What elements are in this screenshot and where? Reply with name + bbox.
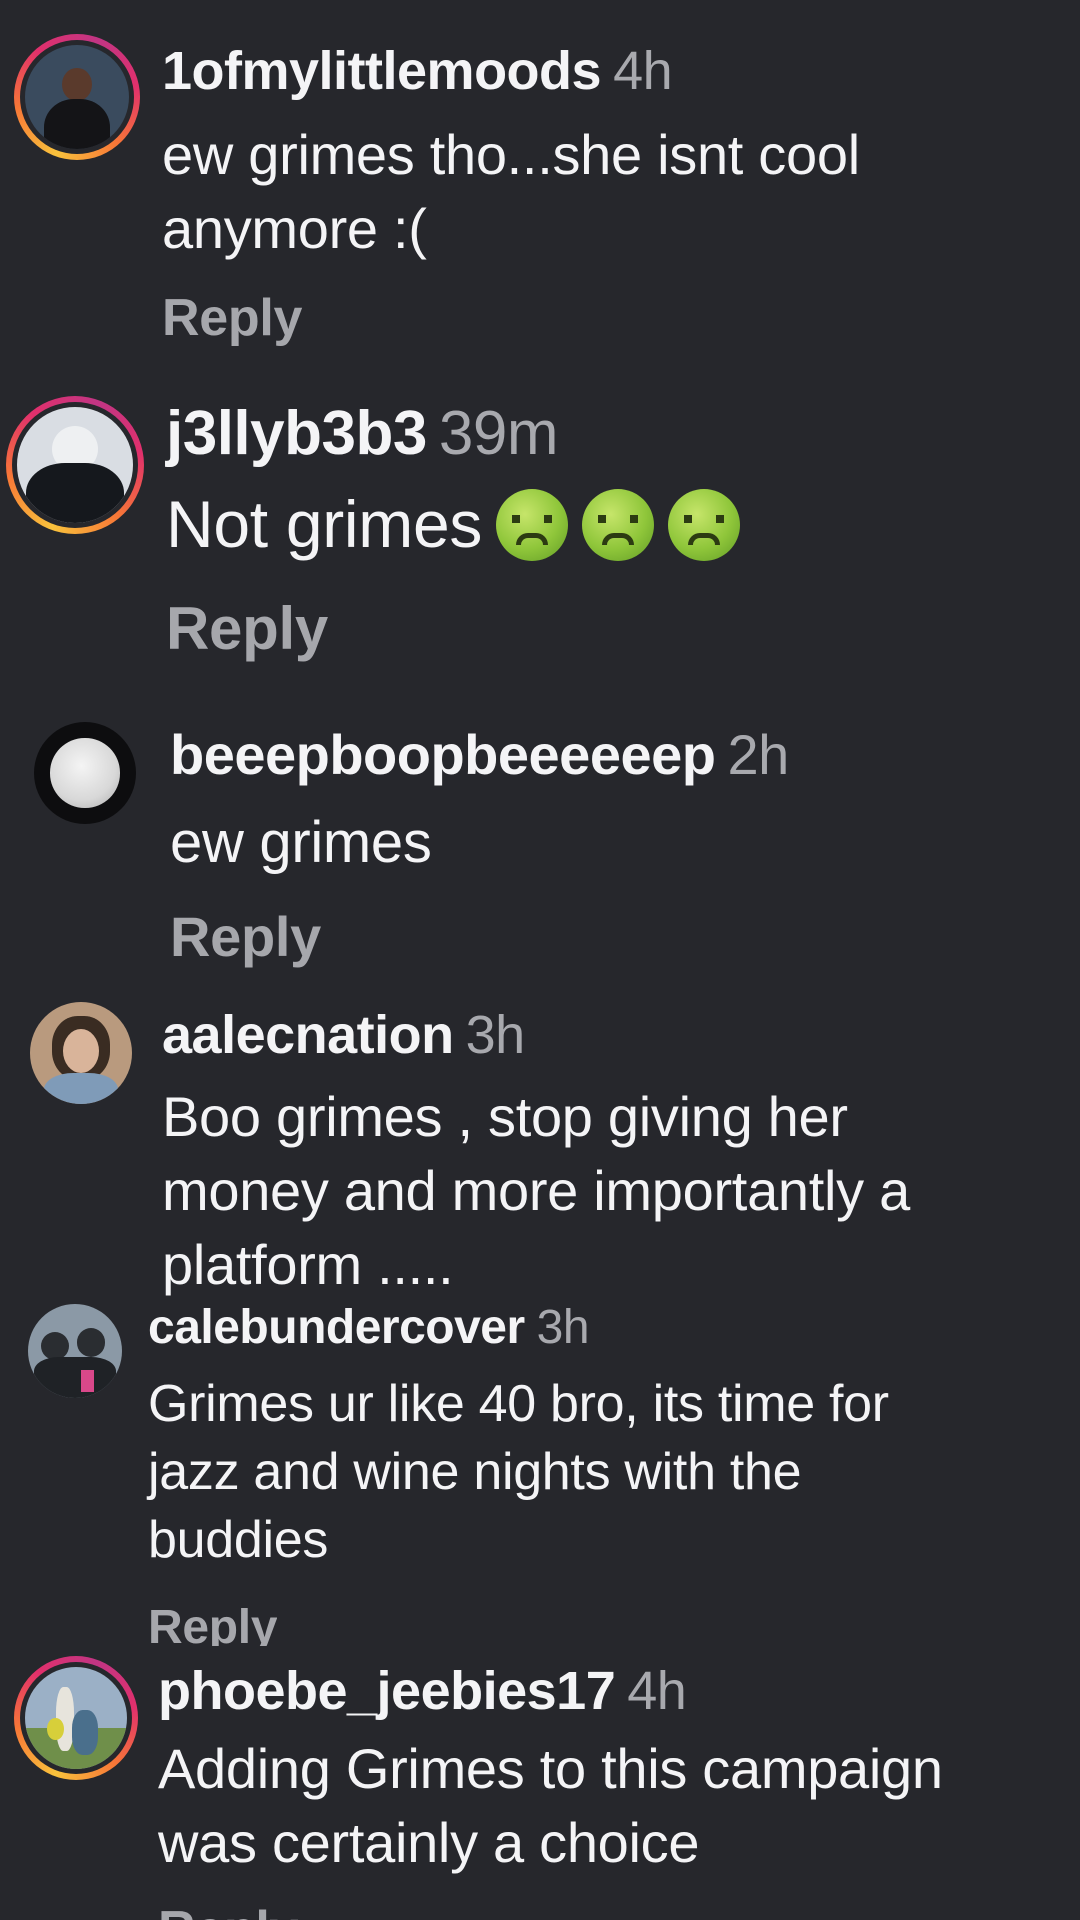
comment-text: Adding Grimes to this campaign was certa… [158,1737,943,1874]
comment-header: 1ofmylittlemoods 4h [162,40,673,102]
timestamp: 4h [627,1661,687,1721]
nauseated-face-emoji [582,489,655,561]
story-ring [6,396,144,534]
comment-text-content: Not grimes [166,487,483,561]
reply-button[interactable]: Reply [158,1900,298,1920]
comment-header: aalecnation 3h [162,1004,525,1066]
timestamp: 3h [465,1005,526,1065]
comment-header: beeepboopbeeeeeep 2h [170,722,789,787]
username[interactable]: beeepboopbeeeeeep [170,723,716,786]
comment-header: j3llyb3b3 39m [166,398,558,469]
avatar[interactable] [14,34,140,160]
story-ring [14,34,140,160]
timestamp: 39m [438,399,559,468]
reply-button[interactable]: Reply [162,288,302,348]
comment-text: Not grimes [166,484,741,564]
nauseated-face-emoji [668,489,741,561]
timestamp: 4h [613,41,673,101]
timestamp: 2h [727,723,789,786]
avatar[interactable] [34,722,136,824]
comment-text: Grimes ur like 40 bro, its time for jazz… [148,1375,889,1569]
username[interactable]: calebundercover [148,1301,525,1354]
username[interactable]: aalecnation [162,1005,454,1065]
reply-button[interactable]: Reply [166,594,328,663]
avatar[interactable] [30,1002,132,1104]
reply-button[interactable]: Reply [148,1600,277,1646]
comment-text: ew grimes tho...she isnt cool anymore :( [162,123,860,260]
comments-screen: 1ofmylittlemoods 4h ew grimes tho...she i… [0,0,1080,1920]
nauseated-face-emoji [496,489,569,561]
username[interactable]: j3llyb3b3 [166,399,427,468]
avatar[interactable] [14,1656,138,1780]
comment-text: ew grimes [170,810,432,875]
avatar[interactable] [28,1304,122,1398]
story-ring [14,1656,138,1780]
username[interactable]: 1ofmylittlemoods [162,41,602,101]
comment-header: phoebe_jeebies17 4h [158,1660,687,1722]
reply-button[interactable]: Reply [170,904,321,969]
avatar[interactable] [6,396,144,534]
comment-header: calebundercover 3h [148,1300,590,1355]
username[interactable]: phoebe_jeebies17 [158,1661,616,1721]
comment-text: Boo grimes , stop giving her money and m… [162,1085,910,1296]
timestamp: 3h [536,1301,590,1354]
